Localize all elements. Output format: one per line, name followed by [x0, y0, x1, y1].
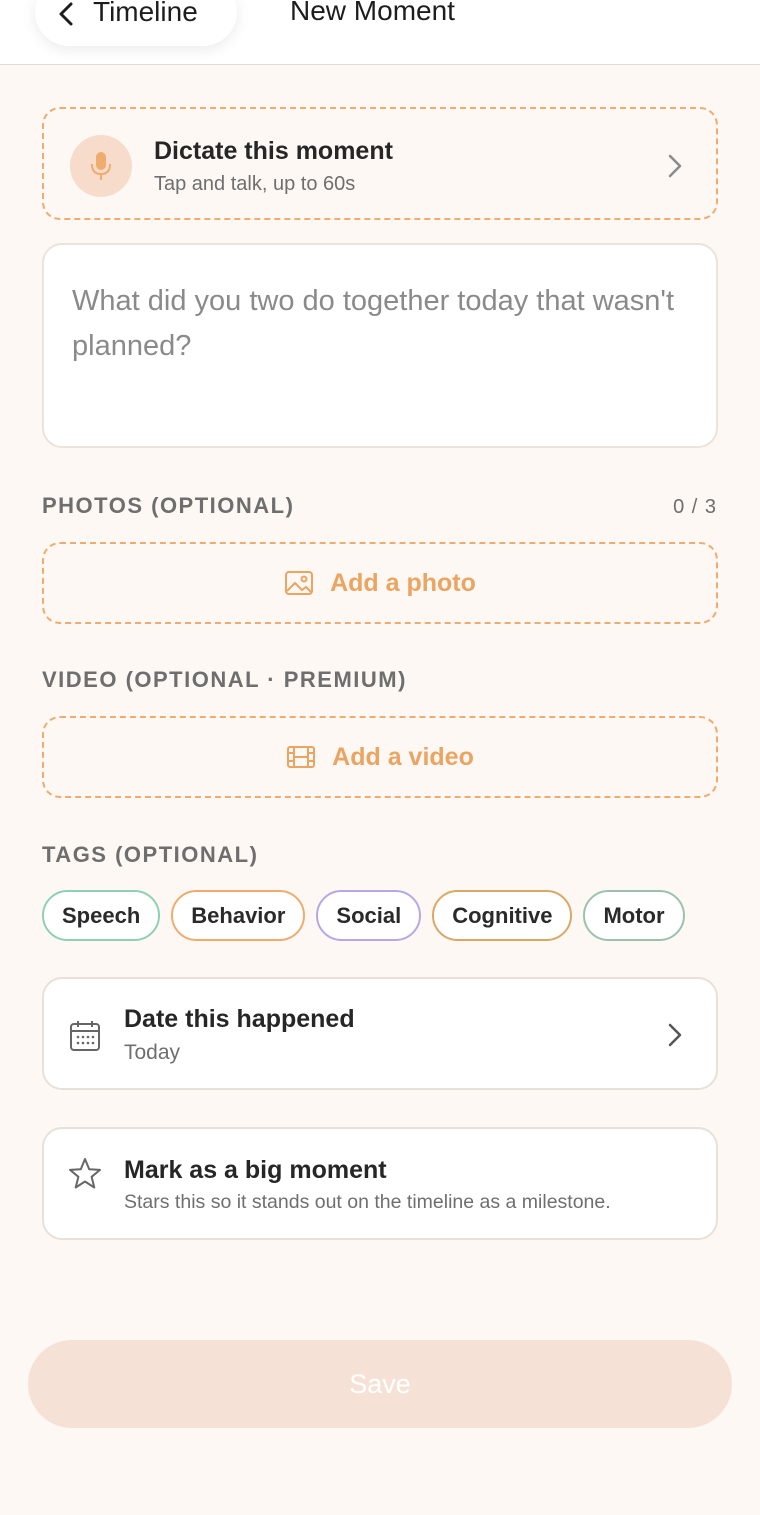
date-picker-row[interactable]: Date this happened Today: [42, 977, 718, 1090]
page-title: New Moment: [290, 0, 455, 26]
tag-social[interactable]: Social: [316, 890, 422, 941]
add-video-label: Add a video: [332, 742, 474, 771]
date-title: Date this happened: [124, 1005, 355, 1033]
date-value: Today: [124, 1041, 181, 1064]
star-icon: [69, 1158, 101, 1189]
microphone-icon: [91, 152, 111, 180]
film-icon: [287, 746, 316, 768]
dictate-subtitle: Tap and talk, up to 60s: [154, 173, 356, 195]
mic-icon-circle: [70, 135, 132, 197]
moment-text-input[interactable]: What did you two do together today that …: [42, 243, 718, 448]
tag-behavior[interactable]: Behavior: [171, 890, 306, 941]
tag-cognitive[interactable]: Cognitive: [432, 890, 573, 941]
photos-section-label: PHOTOS (OPTIONAL): [42, 493, 295, 518]
add-video-button[interactable]: Add a video: [42, 716, 718, 798]
photo-count: 0 / 3: [673, 496, 717, 518]
tag-motor[interactable]: Motor: [583, 890, 685, 941]
tag-speech[interactable]: Speech: [42, 890, 161, 941]
back-button[interactable]: Timeline: [35, 0, 237, 46]
image-icon: [285, 571, 314, 595]
dictate-title: Dictate this moment: [154, 137, 393, 165]
add-photo-label: Add a photo: [330, 568, 476, 597]
video-section-label: VIDEO (OPTIONAL · PREMIUM): [42, 667, 407, 692]
calendar-icon: [70, 1021, 100, 1051]
big-moment-description: Stars this so it stands out on the timel…: [124, 1191, 611, 1213]
add-photo-button[interactable]: Add a photo: [42, 542, 718, 624]
tag-list: Speech Behavior Social Cognitive Motor: [42, 890, 685, 941]
chevron-left-icon: [59, 2, 73, 26]
back-label: Timeline: [93, 0, 198, 27]
dictate-button[interactable]: Dictate this moment Tap and talk, up to …: [42, 107, 718, 220]
chevron-right-icon: [668, 1023, 682, 1047]
moment-placeholder: What did you two do together today that …: [72, 285, 675, 362]
tags-section-label: TAGS (OPTIONAL): [42, 842, 259, 867]
header-bar: Timeline New Moment: [0, 0, 760, 65]
chevron-right-icon: [668, 154, 682, 178]
big-moment-toggle[interactable]: Mark as a big moment Stars this so it st…: [42, 1127, 718, 1240]
save-button[interactable]: Save: [28, 1340, 732, 1428]
big-moment-title: Mark as a big moment: [124, 1156, 387, 1184]
